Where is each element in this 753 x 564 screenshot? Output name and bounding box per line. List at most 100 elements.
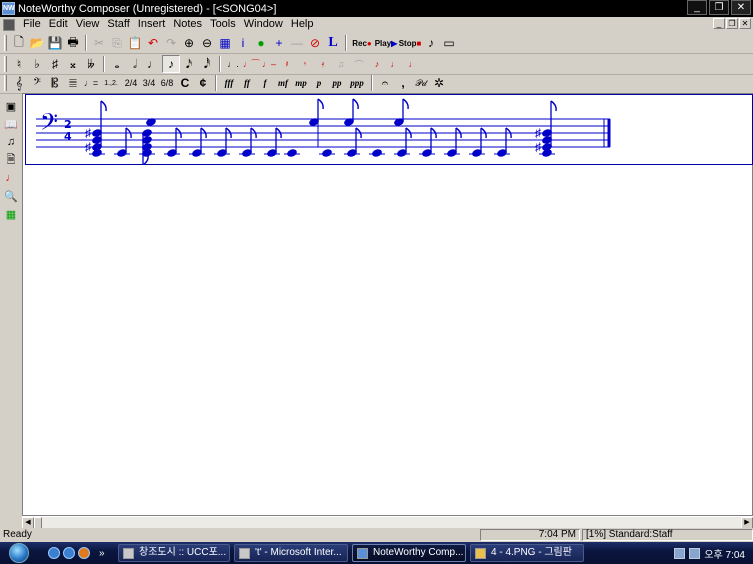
double-flat-icon[interactable]: 𝄫 (82, 55, 100, 73)
natural-icon[interactable]: ♮ (10, 55, 28, 73)
note-icon[interactable]: ♩ (3, 170, 19, 186)
key-signature-icon[interactable]: 𝄚 (64, 74, 82, 92)
volume-icon[interactable] (689, 547, 701, 559)
lyric-icon[interactable]: L (324, 34, 342, 52)
task-button[interactable]: 창조도시 :: UCC포... (118, 544, 230, 562)
redo-icon[interactable]: ↷ (162, 34, 180, 52)
start-button[interactable] (0, 542, 38, 564)
time-2-4-icon[interactable]: 2/4 (122, 74, 140, 92)
network-icon[interactable] (674, 547, 686, 559)
rest-icon[interactable]: 𝄽 (278, 55, 296, 73)
dynamic-p[interactable]: p (310, 74, 328, 92)
breath-mark-icon[interactable]: , (394, 74, 412, 92)
task-button[interactable]: 4 - 4.PNG - 그림판 (470, 544, 584, 562)
thirty-second-note-icon[interactable]: 𝅘𝅥𝅰 (198, 55, 216, 73)
page-icon[interactable]: 🗎 (3, 152, 19, 168)
properties-icon[interactable]: ▦ (216, 34, 234, 52)
cut-time-icon[interactable]: ¢ (194, 74, 212, 92)
mdi-minimize-button[interactable]: _ (713, 18, 725, 29)
tie-icon[interactable]: ♩⁀ (242, 55, 260, 73)
zoom-in-icon[interactable]: ⊕ (180, 34, 198, 52)
book-icon[interactable]: 📖 (3, 116, 19, 132)
paste-icon[interactable]: 📋 (126, 34, 144, 52)
menu-edit[interactable]: Edit (45, 17, 72, 32)
dynamic-pp[interactable]: pp (328, 74, 346, 92)
globe-icon[interactable]: ● (252, 34, 270, 52)
minimize-button[interactable]: _ (687, 0, 707, 15)
tempo-icon[interactable]: ♫ (3, 134, 19, 150)
common-time-icon[interactable]: C (176, 74, 194, 92)
task-button-active[interactable]: NoteWorthy Comp... (352, 544, 466, 562)
staff-props-icon[interactable]: ▣ (3, 98, 19, 114)
horizontal-scrollbar[interactable]: ◀ ▶ (22, 516, 753, 529)
fermata-icon[interactable]: 𝄐 (376, 74, 394, 92)
accent-icon[interactable]: ♩ (404, 55, 422, 73)
menu-insert[interactable]: Insert (134, 17, 170, 32)
staff-canvas[interactable]: 𝄢 2 4 ♯♯♯♯ (26, 95, 752, 166)
new-file-icon[interactable]: 🗋 (10, 34, 28, 52)
dynamic-ff[interactable]: ff (238, 74, 256, 92)
dynamic-mp[interactable]: mp (292, 74, 310, 92)
document-icon[interactable] (3, 18, 15, 31)
treble-clef-icon[interactable]: 𝄞 (10, 74, 28, 92)
menu-staff[interactable]: Staff (103, 17, 133, 32)
sixteenth-rest-icon[interactable]: 𝄿 (314, 55, 332, 73)
app-logo-icon[interactable]: NW (2, 2, 15, 15)
add-staff-icon[interactable]: + (270, 34, 288, 52)
menu-file[interactable]: File (19, 17, 45, 32)
keyboard-icon[interactable]: ▭ (440, 34, 458, 52)
mdi-restore-button[interactable]: ❐ (726, 18, 738, 29)
play-button[interactable]: Play ▶ (374, 34, 398, 52)
ie-icon[interactable] (63, 547, 75, 559)
menu-tools[interactable]: Tools (206, 17, 240, 32)
restore-button[interactable]: ❐ (709, 0, 729, 15)
ending-icon[interactable]: 1.,2. (100, 74, 122, 92)
bass-clef-icon[interactable]: 𝄢 (28, 74, 46, 92)
dynamic-f[interactable]: f (256, 74, 274, 92)
zoom-out-icon[interactable]: ⊖ (198, 34, 216, 52)
clock[interactable]: 오후 7:04 (704, 546, 745, 561)
time-6-8-icon[interactable]: 6/8 (158, 74, 176, 92)
print-icon[interactable]: 🖶 (64, 34, 82, 52)
info-icon[interactable]: i (234, 34, 252, 52)
save-icon[interactable]: 💾 (46, 34, 64, 52)
staccato-icon[interactable]: ♩ (386, 55, 404, 73)
dynamic-mf[interactable]: mf (274, 74, 292, 92)
mute-icon[interactable]: ⊘ (306, 34, 324, 52)
menu-help[interactable]: Help (287, 17, 318, 32)
firefox-icon[interactable] (78, 547, 90, 559)
stop-button[interactable]: Stop ■ (398, 34, 422, 52)
mdi-close-button[interactable]: ✕ (739, 18, 751, 29)
menu-window[interactable]: Window (240, 17, 287, 32)
sixteenth-note-icon[interactable]: 𝅘𝅥𝅯 (180, 55, 198, 73)
copy-icon[interactable]: ⎘ (108, 34, 126, 52)
dynamic-fff[interactable]: fff (220, 74, 238, 92)
flat-icon[interactable]: ♭ (28, 55, 46, 73)
half-note-icon[interactable]: 𝅗𝅥 (126, 55, 144, 73)
whole-note-icon[interactable]: 𝅝 (108, 55, 126, 73)
search-icon[interactable]: 🔍 (3, 188, 19, 204)
pedal-release-icon[interactable]: ✲ (430, 74, 448, 92)
grid-icon[interactable]: ▦ (3, 206, 19, 222)
alto-clef-icon[interactable]: 𝄡 (46, 74, 64, 92)
toolbar-grip[interactable] (4, 35, 7, 51)
beam-icon[interactable]: ♫ (332, 55, 350, 73)
title-bar[interactable]: NW NoteWorthy Composer (Unregistered) - … (0, 0, 753, 17)
toolbar-grip[interactable] (4, 56, 7, 72)
quarter-note-icon[interactable]: ♩ (144, 55, 162, 73)
ie-icon[interactable] (48, 547, 60, 559)
quick-launch-chevron-icon[interactable]: » (99, 548, 105, 559)
eighth-rest-icon[interactable]: 𝄾 (296, 55, 314, 73)
tempo-icon[interactable]: ♩= (82, 74, 100, 92)
staff-box[interactable]: 𝄢 2 4 ♯ ♯ ♯ ♯ (25, 94, 753, 166)
grace-note-icon[interactable]: ♪ (368, 55, 386, 73)
tenuto-icon[interactable]: ♩– (260, 55, 278, 73)
midi-icon[interactable]: ♪ (422, 34, 440, 52)
record-button[interactable]: Rec ● (350, 34, 374, 52)
remove-staff-icon[interactable]: — (288, 34, 306, 52)
menu-notes[interactable]: Notes (169, 17, 206, 32)
open-folder-icon[interactable]: 📂 (28, 34, 46, 52)
score-editor[interactable]: 𝄢 2 4 ♯ ♯ ♯ ♯ (22, 93, 753, 516)
close-button[interactable]: ✕ (731, 0, 751, 15)
task-button[interactable]: 't' - Microsoft Inter... (234, 544, 348, 562)
